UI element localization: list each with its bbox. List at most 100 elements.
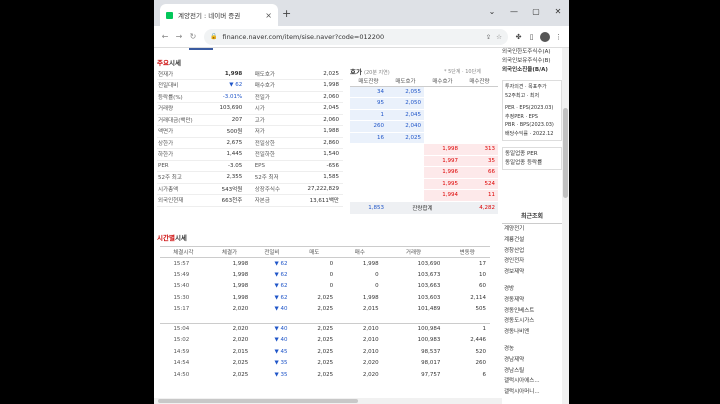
recent-stock-link[interactable]: 갤럭시아에스... (504, 376, 562, 387)
summary-row: PER -3.05 EPS -656 (157, 160, 343, 172)
summary-value: 1,988 (305, 125, 343, 138)
summary-value: 1,445 (209, 148, 247, 161)
tab-strip: 계양전기 : 네이버 증권 × + ⌄ — ▢ ✕ (154, 0, 569, 26)
orderbook-step-options[interactable]: * 5단계 · 10단계 (444, 68, 481, 75)
foreign-info-line: 외국인한도주식수(A) (502, 49, 551, 55)
time-separator (160, 315, 490, 324)
tab-close-icon[interactable]: × (265, 11, 272, 20)
summary-section-title: 주요시세 (157, 59, 181, 67)
orderbook-ask-row: 260 2,040 (350, 120, 498, 133)
back-icon[interactable]: ← (158, 32, 172, 41)
recent-group: 경농 경남제약 경남스틸 갤럭시아에스... 갤럭시아머니... (504, 344, 562, 398)
recent-stock-link[interactable]: 경남스틸 (504, 366, 562, 377)
profile-avatar-icon[interactable] (540, 31, 550, 42)
extension-puzzle-icon[interactable]: ✤ (512, 33, 525, 41)
bid-cell: 2,010 (362, 337, 379, 344)
share-icon[interactable]: ⇪ (486, 33, 491, 41)
ask-price[interactable]: 2,025 (387, 132, 424, 144)
summary-label: 전일하한 (253, 148, 306, 161)
empty-cell (424, 109, 461, 121)
recent-stock-link[interactable]: 경동도시가스 (504, 316, 562, 327)
valuation-info-line: PBR · BPS(2023.03) (505, 122, 554, 128)
bid-cell: 2,015 (362, 306, 379, 313)
bid-price[interactable]: 1,998 (424, 143, 461, 156)
restore-button[interactable]: ▢ (525, 0, 547, 22)
time-section-title: 시간별시세 (157, 234, 187, 242)
bid-cell: 1,998 (362, 260, 379, 267)
bid-price[interactable]: 1,994 (424, 189, 461, 202)
change-cell: ▼ 40 (274, 326, 288, 332)
browser-tab[interactable]: 계양전기 : 네이버 증권 × (160, 4, 278, 26)
recent-stock-link[interactable]: 갤럭시아머니... (504, 387, 562, 398)
summary-row: 상한가 2,675 전일상한 2,860 (157, 137, 343, 149)
summary-row: 시가총액 543억원 상장주식수 27,222,829 (157, 183, 343, 195)
bid-volume: 313 (461, 143, 498, 156)
summary-value: 2,860 (305, 137, 343, 149)
ask-price[interactable]: 2,055 (387, 86, 424, 98)
bid-cell: 0 (375, 271, 379, 278)
summary-label: 상한가 (157, 137, 210, 149)
price-cell: 1,998 (232, 260, 249, 267)
menu-kebab-icon[interactable]: ⋮ (552, 33, 565, 41)
orderbook-bid-row: 1,997 35 (350, 155, 498, 167)
vertical-scrollbar[interactable] (562, 48, 569, 404)
ask-price[interactable]: 2,040 (387, 120, 424, 133)
orderbook-bid-row: 1,995 524 (350, 178, 498, 190)
bid-price[interactable]: 1,995 (424, 178, 461, 190)
empty-cell (387, 189, 424, 202)
summary-value: 500원 (209, 125, 247, 138)
close-window-button[interactable]: ✕ (547, 0, 569, 22)
time-row: 15:57 1,998 ▼ 62 0 1,998 103,690 17 (160, 258, 490, 270)
summary-label: 액면가 (157, 125, 210, 138)
summary-value: 103,690 (209, 102, 247, 115)
volume-cell: 97,757 (421, 371, 441, 378)
bid-price[interactable]: 1,997 (424, 155, 461, 167)
summary-gap (246, 183, 254, 195)
recent-stock-link[interactable]: 경방 (504, 284, 562, 295)
ask-cell: 2,025 (317, 360, 334, 367)
time-row: 15:40 1,998 ▼ 62 0 0 103,663 60 (160, 281, 490, 293)
ask-volume: 260 (350, 120, 387, 133)
horizontal-scrollbar[interactable] (154, 398, 502, 404)
change-cell: ▼ 45 (274, 348, 288, 355)
bid-price[interactable]: 1,996 (424, 166, 461, 179)
reload-icon[interactable]: ↻ (186, 32, 200, 41)
orderbook-header: 매도호가 (387, 76, 424, 87)
recent-stock-link[interactable]: 경보제약 (504, 267, 562, 278)
summary-label: 전일가 (253, 91, 306, 103)
new-tab-button[interactable]: + (282, 7, 291, 20)
summary-value: ▼ 62 (209, 79, 247, 92)
recent-stock-link[interactable]: 경동제약 (504, 295, 562, 306)
tab-search-icon[interactable]: ⌄ (481, 0, 503, 22)
recent-stock-link[interactable]: 경동나비엔 (504, 327, 562, 338)
recent-stock-link[interactable]: 계양전기 (504, 224, 562, 235)
recent-stock-link[interactable]: 경농 (504, 344, 562, 355)
bookmark-star-icon[interactable]: ☆ (496, 33, 502, 41)
forward-icon[interactable]: → (172, 32, 186, 41)
time-cell: 14:50 (173, 371, 190, 378)
summary-label: 거래량 (157, 102, 210, 115)
recent-stock-link[interactable]: 경창산업 (504, 246, 562, 257)
sum-bid: 4,282 (461, 200, 498, 215)
empty-cell (350, 166, 387, 179)
minimize-button[interactable]: — (503, 0, 525, 22)
volume-cell: 100,983 (417, 337, 441, 344)
recent-stock-link[interactable]: 경남제약 (504, 355, 562, 366)
address-bar[interactable]: 🔒 finance.naver.com/item/sise.naver?code… (204, 28, 508, 45)
ask-cell: 2,025 (317, 306, 334, 313)
price-cell: 2,015 (232, 348, 249, 355)
recent-stock-link[interactable]: 경인전자 (504, 256, 562, 267)
summary-label: 외국인현재 (157, 194, 210, 207)
time-table: 체결시각 체결가 전일비 매도 매수 거래량 변동량 15:57 1,998 ▼ 62 0 1,99… (160, 246, 490, 381)
time-row: 15:17 2,020 ▼ 40 2,025 2,015 101,489 505 (160, 304, 490, 316)
foreign-ownership-info: 외국인한도주식수(A) 외국인보유주식수(B) 외국인소진율(B/A) (502, 48, 562, 75)
ask-price[interactable]: 2,045 (387, 109, 424, 121)
summary-row: 외국인현재 663천주 자본금 13,611백만 (157, 194, 343, 207)
summary-label: 하한가 (157, 148, 210, 161)
delta-cell: 60 (479, 283, 486, 290)
sidepanel-icon[interactable]: ▯ (525, 33, 538, 41)
ask-price[interactable]: 2,050 (387, 97, 424, 110)
recent-stock-link[interactable]: 경동인베스트 (504, 306, 562, 317)
time-header: 체결가 (206, 246, 253, 258)
recent-stock-link[interactable]: 계룡건설 (504, 235, 562, 246)
